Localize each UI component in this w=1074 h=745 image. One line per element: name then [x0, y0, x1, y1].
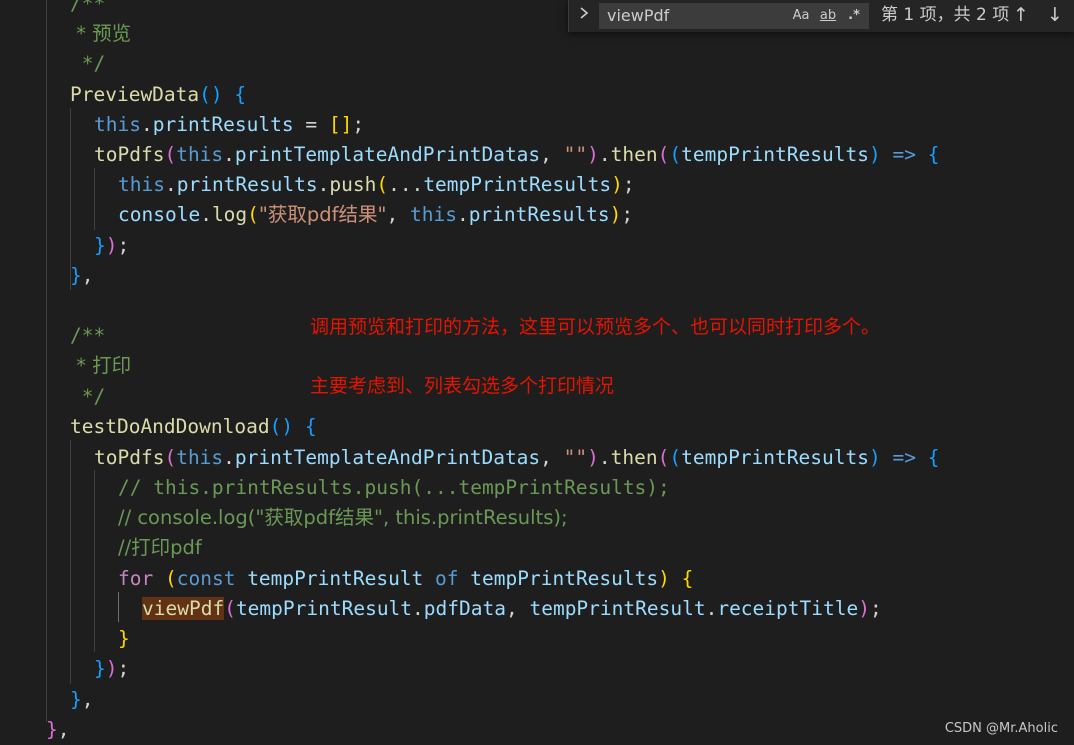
- method-name: testDoAndDownload: [70, 415, 270, 438]
- code-line: */: [70, 49, 106, 79]
- code-line: console.log("获取pdf结果", this.printResults…: [118, 203, 634, 226]
- indent-guide: [94, 168, 95, 230]
- annotation-text: 主要考虑到、列表勾选多个打印情况: [310, 375, 615, 397]
- code-line: viewPdf(tempPrintResult.pdfData, tempPri…: [142, 597, 882, 620]
- code-line: }: [118, 627, 130, 650]
- code-line: /**: [70, 324, 106, 347]
- code-line: for (const tempPrintResult of tempPrintR…: [118, 567, 694, 590]
- regex-button[interactable]: .*: [844, 6, 864, 26]
- find-widget: viewPdf Aa ab .* 第 1 项，共 2 项 ↑ ↓: [568, 0, 1074, 32]
- arrow-down-icon[interactable]: ↓: [1043, 3, 1067, 27]
- code-line: // this.printResults.push(...tempPrintRe…: [118, 476, 670, 499]
- code-line: },: [70, 688, 94, 711]
- chevron-right-icon[interactable]: [573, 4, 595, 26]
- code-line: toPdfs(this.printTemplateAndPrintDatas, …: [94, 143, 940, 166]
- comment: /**: [70, 0, 106, 15]
- indent-guide: [94, 470, 95, 652]
- comment: */: [70, 52, 106, 75]
- code-line: PreviewData() {: [70, 83, 247, 106]
- find-result-count: 第 1 项，共 2 项: [881, 5, 1010, 25]
- code-line: },: [46, 718, 70, 741]
- code-editor[interactable]: /** * 预览 */ PreviewData() { this.printRe…: [0, 0, 1074, 743]
- code-line: toPdfs(this.printTemplateAndPrintDatas, …: [94, 446, 940, 469]
- watermark: CSDN @Mr.Aholic: [944, 721, 1058, 736]
- indent-guide: [70, 440, 71, 684]
- code-line: this.printResults = [];: [94, 113, 365, 136]
- indent-guide: [118, 592, 119, 622]
- code-line: * 预览: [70, 19, 131, 49]
- code-line: //打印pdf: [118, 536, 202, 559]
- code-line: // console.log("获取pdf结果", this.printResu…: [118, 506, 568, 529]
- code-line: * 打印: [70, 354, 132, 377]
- code-line: */: [70, 385, 106, 408]
- match-case-button[interactable]: Aa: [790, 6, 812, 26]
- method-name: PreviewData: [70, 83, 200, 106]
- annotation-text: 调用预览和打印的方法，这里可以预览多个、也可以同时打印多个。: [310, 316, 881, 338]
- comment: * 预览: [70, 22, 132, 45]
- code-line: });: [94, 234, 130, 257]
- arrow-up-icon[interactable]: ↑: [1009, 3, 1033, 27]
- code-line: /**: [70, 0, 105, 19]
- search-match-highlight[interactable]: viewPdf: [142, 597, 225, 620]
- code-line: this.printResults.push(...tempPrintResul…: [118, 173, 635, 196]
- code-line: testDoAndDownload() {: [70, 415, 317, 438]
- indent-guide: [46, 0, 47, 722]
- code-line: },: [70, 264, 94, 287]
- code-line: });: [94, 657, 130, 680]
- find-input[interactable]: viewPdf Aa ab .*: [599, 3, 869, 29]
- find-input-value: viewPdf: [607, 6, 670, 25]
- whole-word-button[interactable]: ab: [816, 6, 840, 26]
